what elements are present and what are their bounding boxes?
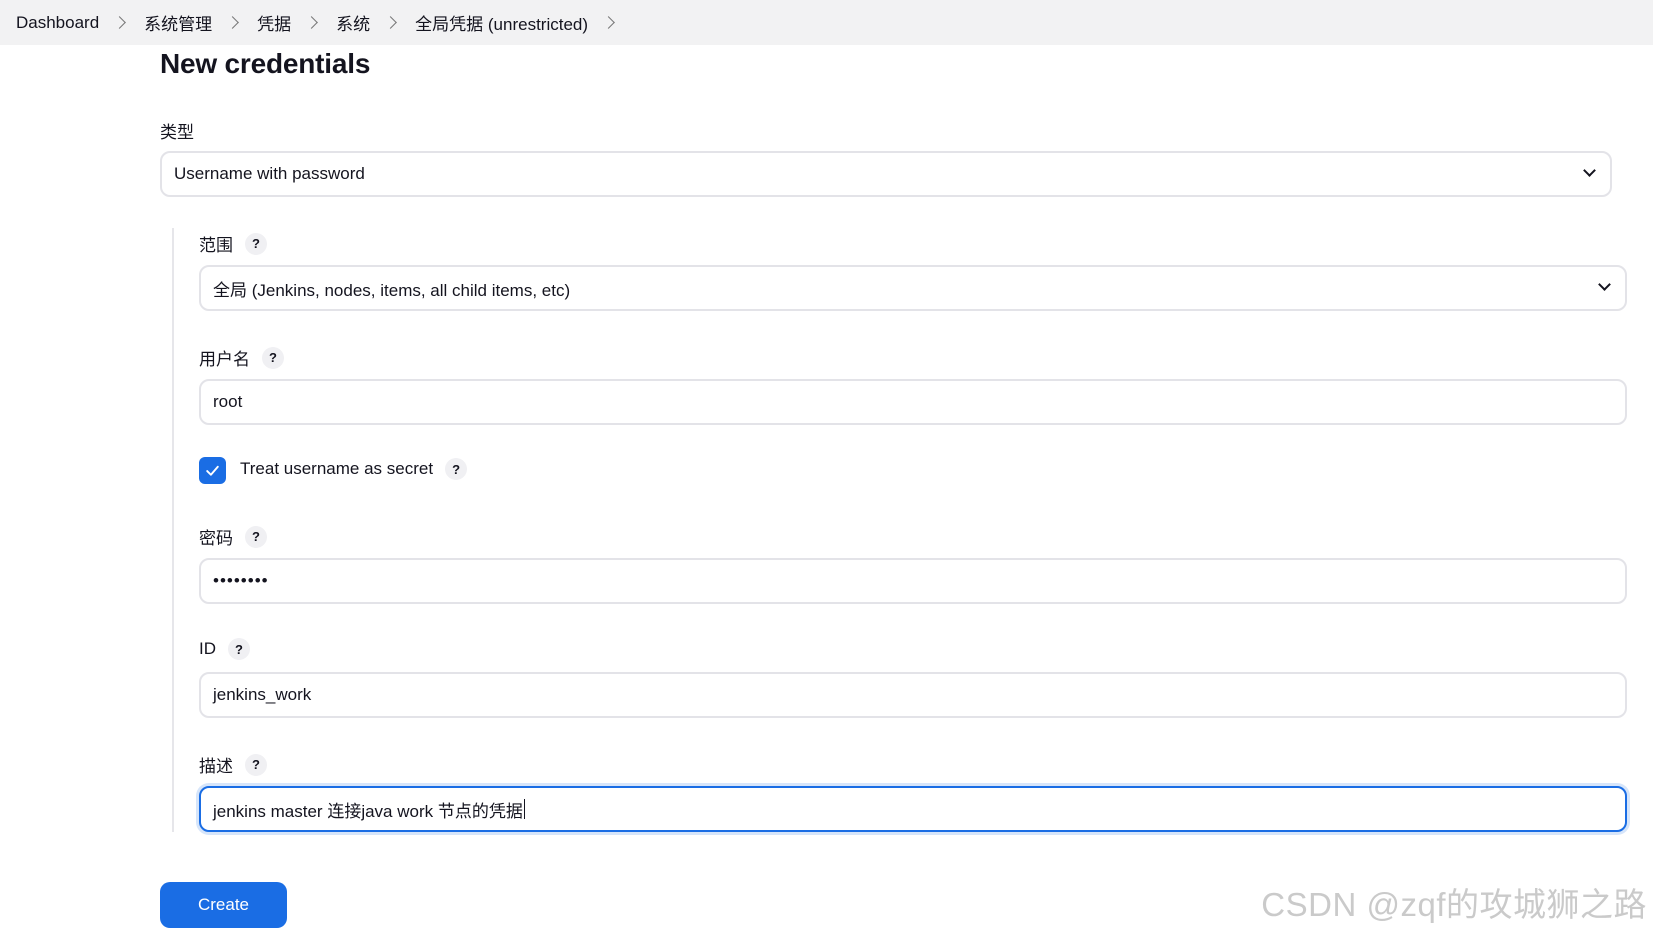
password-label-text: 密码 [199, 529, 233, 548]
scope-label-text: 范围 [199, 236, 233, 255]
kind-label-text: 类型 [160, 123, 194, 142]
chevron-right-icon[interactable] [305, 16, 319, 29]
breadcrumb-item-manage: 系统管理 [144, 10, 257, 35]
breadcrumb-link-dashboard[interactable]: Dashboard [16, 13, 99, 33]
help-icon[interactable]: ? [445, 458, 468, 480]
page-title: New credentials [160, 48, 371, 79]
description-label: 描述 ? [199, 752, 267, 777]
description-input[interactable]: jenkins master 连接java work 节点的凭据 [199, 786, 1627, 832]
scope-label: 范围 ? [199, 231, 267, 256]
password-input[interactable]: •••••••• [199, 558, 1627, 604]
nested-section-divider [172, 228, 174, 832]
breadcrumb-link-credentials[interactable]: 凭据 [257, 10, 291, 35]
chevron-right-icon[interactable] [602, 16, 615, 29]
username-input[interactable]: root [199, 379, 1627, 425]
username-input-value: root [213, 392, 243, 411]
help-icon[interactable]: ? [245, 753, 267, 776]
scope-select[interactable]: 全局 (Jenkins, nodes, items, all child ite… [199, 265, 1627, 311]
checkmark-icon [206, 465, 219, 476]
kind-select-value: Username with password [174, 164, 365, 183]
help-icon[interactable]: ? [228, 638, 250, 660]
description-input-value: jenkins master 连接java work 节点的凭据 [213, 801, 523, 821]
id-input[interactable]: jenkins_work [199, 672, 1627, 718]
username-label: 用户名 ? [199, 345, 284, 370]
chevron-right-icon[interactable] [226, 16, 240, 29]
kind-select[interactable]: Username with password [160, 151, 1612, 197]
treat-username-secret-text[interactable]: Treat username as secret [240, 459, 433, 479]
breadcrumb-item-dashboard: Dashboard [16, 13, 144, 33]
create-button[interactable]: Create [160, 882, 287, 928]
breadcrumb-item-system: 系统 [336, 10, 415, 35]
help-icon[interactable]: ? [262, 346, 284, 369]
text-caret [523, 799, 525, 819]
chevron-right-icon[interactable] [113, 16, 127, 29]
breadcrumb-link-manage[interactable]: 系统管理 [144, 10, 212, 35]
breadcrumb-item-credentials: 凭据 [257, 10, 336, 35]
password-label: 密码 ? [199, 524, 267, 549]
kind-label: 类型 [160, 118, 194, 143]
password-input-value: •••••••• [213, 571, 269, 590]
help-icon[interactable]: ? [245, 232, 267, 255]
username-label-text: 用户名 [199, 350, 250, 369]
description-label-text: 描述 [199, 757, 233, 776]
chevron-right-icon[interactable] [384, 16, 398, 29]
breadcrumb-item-global: 全局凭据 (unrestricted) [415, 10, 633, 35]
chevron-down-icon [1598, 278, 1611, 291]
scope-select-value: 全局 (Jenkins, nodes, items, all child ite… [213, 280, 571, 300]
treat-username-secret-label: Treat username as secret ? [240, 458, 468, 480]
watermark-text: CSDN @zqf的攻城狮之路 [1261, 886, 1647, 923]
id-label-text: ID [199, 639, 216, 658]
id-label: ID ? [199, 638, 250, 660]
id-input-value: jenkins_work [213, 685, 312, 704]
treat-username-secret-checkbox[interactable] [199, 457, 226, 484]
chevron-down-icon [1583, 164, 1596, 177]
breadcrumb-link-global[interactable]: 全局凭据 (unrestricted) [415, 10, 588, 35]
breadcrumb: Dashboard 系统管理 凭据 系统 全局凭据 (unrestricted) [0, 0, 1653, 45]
breadcrumb-link-system[interactable]: 系统 [336, 10, 370, 35]
help-icon[interactable]: ? [245, 525, 267, 548]
